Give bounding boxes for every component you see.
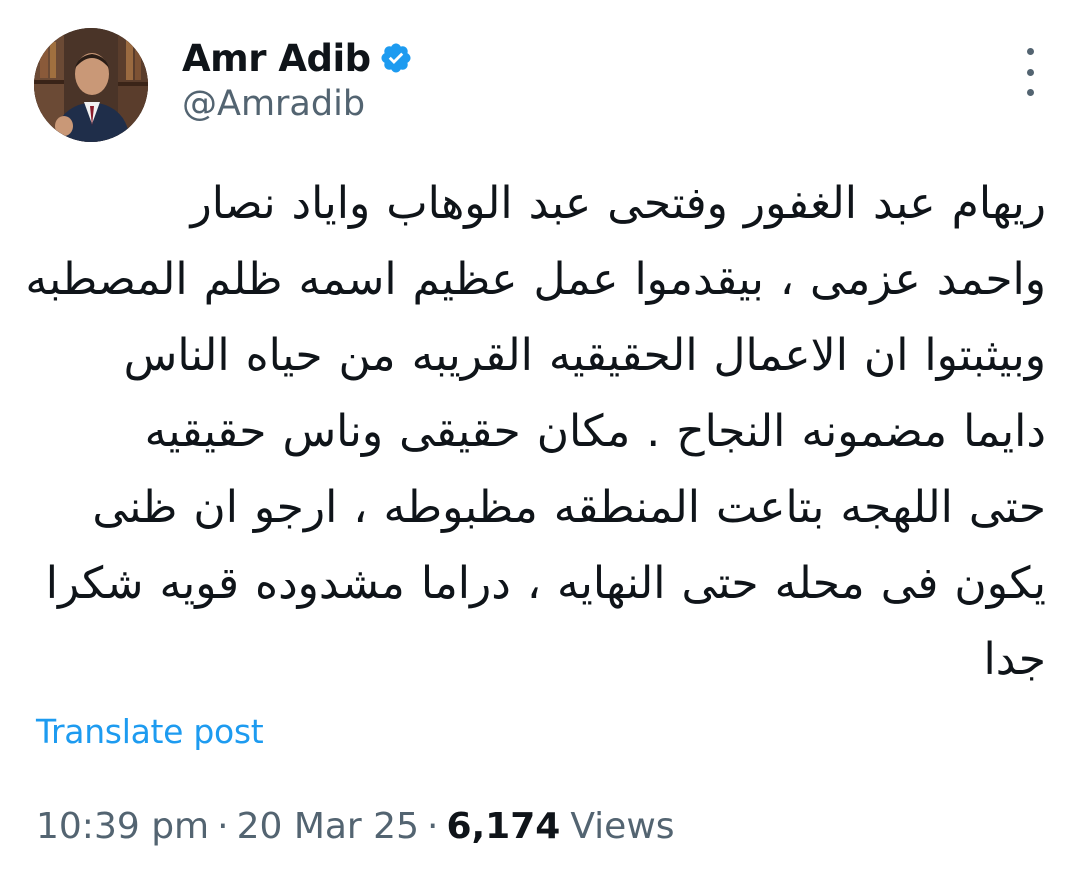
translate-post-link[interactable]: Translate post bbox=[36, 712, 264, 751]
tweet-text-line: ريهام عبد الغفور وفتحى عبد الوهاب واياد … bbox=[190, 178, 1046, 229]
tweet-text-line: يكون فى محله حتى النهايه ، دراما مشدوده … bbox=[45, 558, 1046, 609]
tweet-text-line: جدا bbox=[983, 634, 1046, 685]
more-vertical-icon bbox=[1026, 89, 1034, 96]
author-display-name[interactable]: Amr Adib bbox=[182, 37, 371, 80]
avatar[interactable] bbox=[34, 28, 148, 142]
tweet-text-line: وبيثبتوا ان الاعمال الحقيقيه القريبه من … bbox=[123, 330, 1046, 381]
more-vertical-icon bbox=[1026, 68, 1034, 76]
views-count: 6,174 bbox=[446, 806, 561, 847]
avatar-photo bbox=[34, 28, 148, 142]
meta-separator: · bbox=[427, 806, 439, 847]
verified-badge-icon bbox=[379, 41, 413, 75]
tweet-time[interactable]: 10:39 pm bbox=[36, 806, 209, 847]
tweet-body: ريهام عبد الغفور وفتحى عبد الوهاب واياد … bbox=[25, 166, 1046, 698]
author-handle[interactable]: @Amradib bbox=[182, 84, 365, 124]
more-vertical-icon bbox=[1026, 48, 1034, 55]
tweet-text-line: واحمد عزمى ، بيقدموا عمل عظيم اسمه ظلم ا… bbox=[25, 254, 1046, 305]
tweet-text-line: دايما مضمونه النجاح . مكان حقيقى وناس حق… bbox=[144, 406, 1046, 457]
more-options-button[interactable] bbox=[1016, 48, 1044, 96]
author-name-row: Amr Adib bbox=[182, 32, 413, 84]
tweet-text-line: حتى اللهجه بتاعت المنطقه مظبوطه ، ارجو ا… bbox=[92, 482, 1046, 533]
views-label: Views bbox=[570, 806, 675, 847]
tweet-date[interactable]: 20 Mar 25 bbox=[237, 806, 419, 847]
tweet-meta: 10:39 pm · 20 Mar 25 · 6,174 Views bbox=[36, 806, 675, 847]
meta-separator: · bbox=[217, 806, 229, 847]
